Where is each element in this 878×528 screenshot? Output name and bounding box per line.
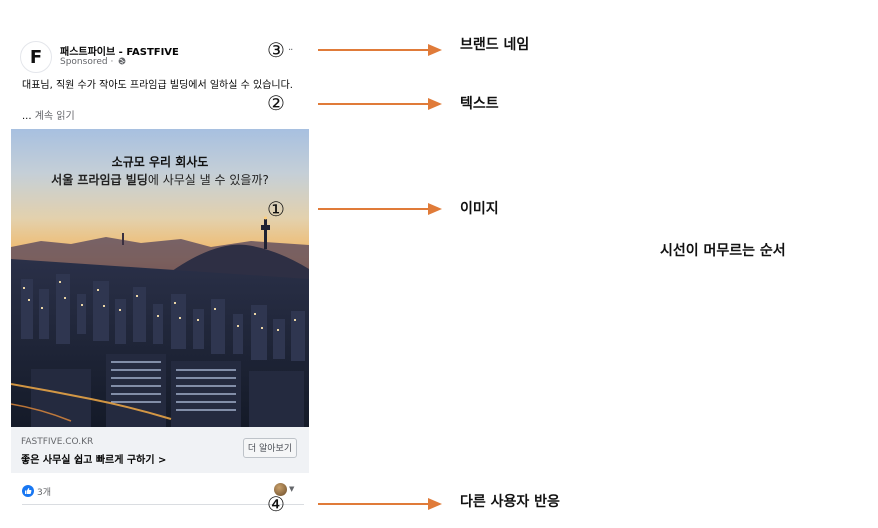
- chevron-down-icon[interactable]: ▼: [289, 485, 294, 493]
- label-brand-name: 브랜드 네임: [460, 37, 530, 53]
- image-headline-2: 서울 프라임급 빌딩에 사무실 낼 수 있을까?: [11, 171, 309, 188]
- marker-4: ④: [267, 492, 285, 516]
- marker-3: ③: [267, 38, 285, 62]
- sponsored-label: Sponsored ·: [60, 57, 126, 67]
- post-body-text: 대표님, 직원 수가 작아도 프라임급 빌딩에서 일하실 수 있습니다.: [22, 80, 293, 91]
- ellipsis: ...: [22, 111, 32, 122]
- image-headline-1: 소규모 우리 회사도: [111, 155, 209, 169]
- label-text: 텍스트: [460, 96, 499, 112]
- arrow-brand: [318, 44, 442, 56]
- arrow-reactions: [318, 498, 442, 510]
- facebook-ad-post: F 패스트파이브 - FASTFIVE Sponsored · ·· 대표님, …: [10, 34, 310, 514]
- divider: [22, 504, 304, 505]
- more-options-icon[interactable]: ··: [288, 45, 293, 56]
- cta-bar[interactable]: FASTFIVE.CO.KR 좋은 사무실 쉽고 빠르게 구하기 > 더 알아보…: [11, 427, 309, 473]
- sponsored-text: Sponsored ·: [60, 57, 117, 67]
- arrow-image: [318, 203, 442, 215]
- label-gaze-order: 시선이 머무르는 순서: [660, 243, 786, 259]
- reaction-count[interactable]: 3개: [37, 485, 51, 498]
- brand-logo[interactable]: F: [20, 41, 52, 73]
- learn-more-button[interactable]: 더 알아보기: [243, 438, 297, 458]
- arrow-text: [318, 98, 442, 110]
- link-title[interactable]: 좋은 사무실 쉽고 빠르게 구하기 >: [21, 451, 166, 466]
- like-reaction-icon: [22, 485, 34, 497]
- logo-letter: F: [29, 46, 43, 68]
- see-more-link[interactable]: ... 계속 읽기: [22, 107, 75, 122]
- image-headline-2-rest: 에 사무실 낼 수 있을까?: [147, 173, 269, 187]
- marker-2: ②: [267, 91, 285, 115]
- see-more-label: 계속 읽기: [31, 111, 75, 122]
- ad-image[interactable]: 소규모 우리 회사도 서울 프라임급 빌딩에 사무실 낼 수 있을까?: [11, 129, 309, 427]
- page-name[interactable]: 패스트파이브 - FASTFIVE: [60, 43, 179, 58]
- image-headline-2-bold: 서울 프라임급 빌딩: [51, 173, 148, 187]
- link-domain: FASTFIVE.CO.KR: [21, 437, 94, 447]
- label-reactions: 다른 사용자 반응: [460, 494, 560, 510]
- globe-icon: [118, 57, 126, 65]
- label-image: 이미지: [460, 201, 499, 217]
- marker-1: ①: [267, 197, 285, 221]
